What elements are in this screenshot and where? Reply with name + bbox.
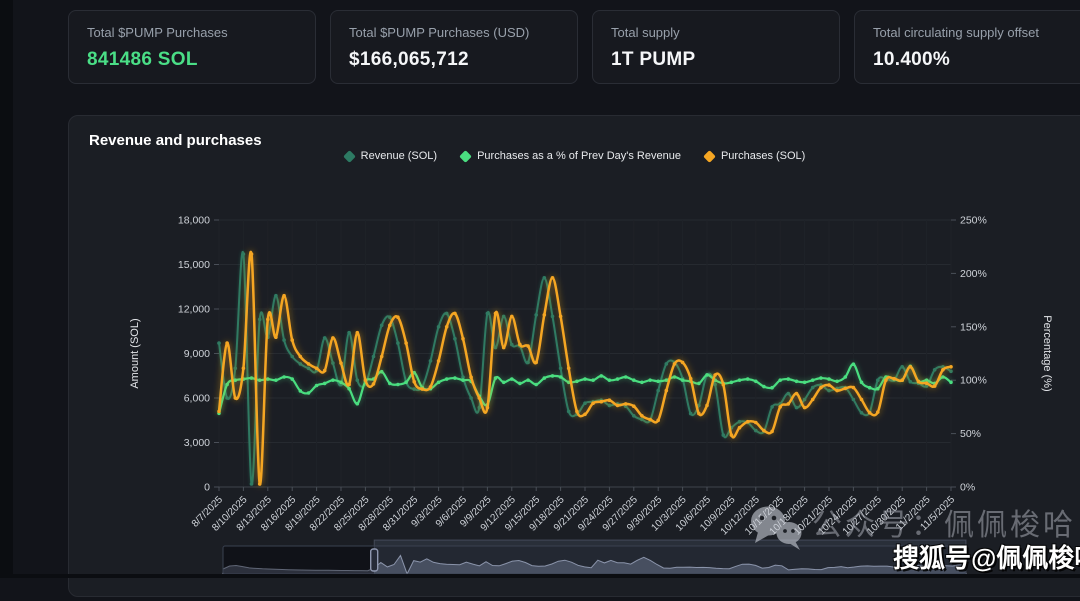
svg-text:50%: 50% [960,428,981,440]
stat-label: Total $PUMP Purchases [87,25,297,40]
revenue-diamond-icon [343,150,356,163]
y-axis-left-title: Amount (SOL) [129,318,141,388]
x-axis: 8/7/20258/10/20258/13/20258/16/20258/19/… [190,487,958,538]
chart-legend: Revenue (SOL) Purchases as a % of Prev D… [69,150,1080,162]
chart-title: Revenue and purchases [89,132,262,149]
chart-plot-area: 0 3,000 6,000 9,000 12,000 15,000 18,000 Amount… [69,116,1080,596]
legend-item-revenue[interactable]: Revenue (SOL) [345,150,437,162]
y-axis-right-title: Percentage (%) [1041,315,1053,391]
svg-text:150%: 150% [960,321,987,333]
svg-text:15,000: 15,000 [178,259,210,271]
brush-selection[interactable] [374,540,966,574]
svg-text:9,000: 9,000 [184,348,210,360]
svg-text:0: 0 [204,482,210,494]
percentage-diamond-icon [459,150,472,163]
svg-text:12,000: 12,000 [178,304,210,316]
svg-text:200%: 200% [960,268,987,280]
svg-text:250%: 250% [960,215,987,227]
stat-label: Total circulating supply offset [873,25,1080,40]
svg-text:18,000: 18,000 [178,215,210,227]
bottom-edge-strip [0,574,1080,578]
stat-value: 1T PUMP [611,49,821,71]
y-axis-left: 0 3,000 6,000 9,000 12,000 15,000 18,000 Amount… [129,215,219,494]
y-axis-right: 0% 50% 100% 150% 200% 250% Percentage (%) [951,215,1053,494]
brush [223,540,966,574]
revenue-purchases-card: 0 3,000 6,000 9,000 12,000 15,000 18,000 Amount… [68,115,1080,597]
svg-text:6,000: 6,000 [184,393,210,405]
purchases-diamond-icon [703,150,716,163]
pump-dashboard: { "stats": [ {"label": "Total $PUMP Purc… [0,0,1080,578]
stat-value: 10.400% [873,49,1080,71]
svg-text:100%: 100% [960,375,987,387]
stats-row: Total $PUMP Purchases 841486 SOL Total $… [68,10,1080,84]
stat-value: 841486 SOL [87,49,297,71]
svg-text:0%: 0% [960,482,975,494]
left-edge-strip [0,0,13,578]
stat-label: Total supply [611,25,821,40]
stat-card-total-supply: Total supply 1T PUMP [592,10,840,84]
svg-text:3,000: 3,000 [184,437,210,449]
legend-item-purchases[interactable]: Purchases (SOL) [705,150,805,162]
stat-value: $166,065,712 [349,49,559,71]
stat-label: Total $PUMP Purchases (USD) [349,25,559,40]
stat-card-supply-offset: Total circulating supply offset 10.400% [854,10,1080,84]
stat-card-total-purchases-usd: Total $PUMP Purchases (USD) $166,065,712 [330,10,578,84]
brush-handle[interactable] [371,549,378,571]
legend-item-purchases-pct[interactable]: Purchases as a % of Prev Day's Revenue [461,150,681,162]
stat-card-total-purchases: Total $PUMP Purchases 841486 SOL [68,10,316,84]
